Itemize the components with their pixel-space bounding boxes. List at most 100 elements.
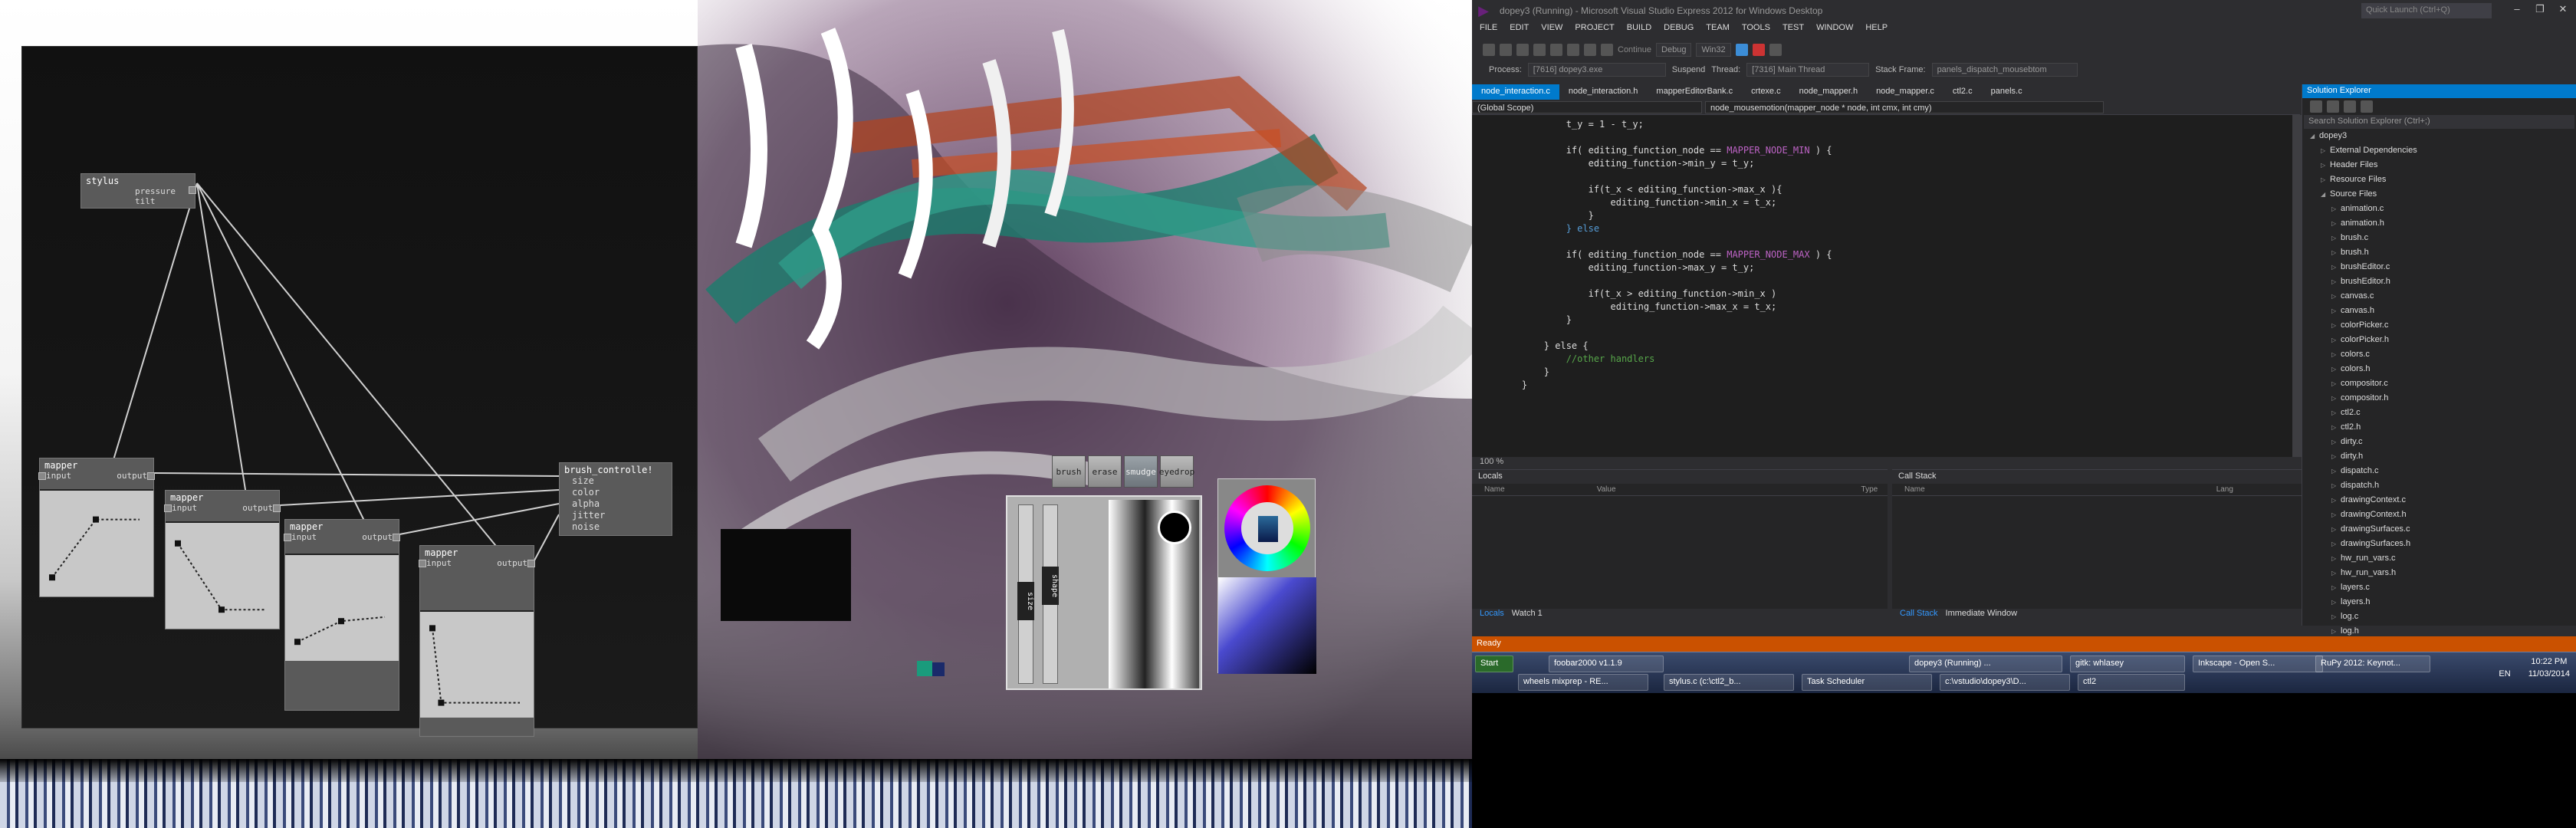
mapper-curve-graph[interactable] xyxy=(166,521,279,629)
expand-arrow-icon[interactable]: ▷ xyxy=(2331,596,2341,610)
tree-item-file[interactable]: ▷ ctl2.c xyxy=(2310,406,2576,420)
input-port[interactable] xyxy=(38,472,46,480)
restart-icon[interactable] xyxy=(1769,44,1782,56)
expand-arrow-icon[interactable]: ▷ xyxy=(2331,232,2341,245)
tree-item-file[interactable]: ▷ animation.c xyxy=(2310,202,2576,216)
tree-item-file[interactable]: ▷ colorPicker.h xyxy=(2310,333,2576,347)
tree-item-file[interactable]: ▷ brush.c xyxy=(2310,231,2576,245)
expand-arrow-icon[interactable]: ▷ xyxy=(2331,610,2341,624)
expand-arrow-icon[interactable]: ▷ xyxy=(2331,537,2341,551)
thread-dropdown[interactable]: [7316] Main Thread xyxy=(1746,63,1870,77)
configuration-dropdown[interactable]: Debug xyxy=(1656,43,1692,57)
menu-item-tools[interactable]: TOOLS xyxy=(1742,23,1770,38)
home-icon[interactable] xyxy=(2310,100,2322,113)
brush-controller-node[interactable]: brush_controlle! size color alpha jitter… xyxy=(559,462,672,536)
quick-launch-input[interactable]: Quick Launch (Ctrl+Q) xyxy=(2361,3,2492,18)
column-header[interactable]: Value xyxy=(1597,485,1616,494)
function-dropdown[interactable]: node_mousemotion(mapper_node * node, int… xyxy=(1705,101,2104,113)
input-port[interactable] xyxy=(164,504,172,512)
clock[interactable]: 10:22 PM 11/03/2014 xyxy=(2528,656,2570,680)
editor-gutter[interactable] xyxy=(1472,115,1493,457)
menu-item-help[interactable]: HELP xyxy=(1865,23,1888,38)
taskbar-item[interactable]: Task Scheduler xyxy=(1802,674,1932,691)
editor-vertical-scrollbar[interactable] xyxy=(2292,115,2302,457)
taskbar-item[interactable]: ctl2 xyxy=(2078,674,2185,691)
menu-item-test[interactable]: TEST xyxy=(1783,23,1804,38)
tree-item-file[interactable]: ▷ canvas.c xyxy=(2310,289,2576,304)
expand-arrow-icon[interactable]: ▷ xyxy=(2331,290,2341,304)
tab-document[interactable]: node_interaction.c xyxy=(1472,84,1559,100)
tree-item-file[interactable]: ▷ drawingSurfaces.h xyxy=(2310,537,2576,551)
eyedrop-tool-button[interactable]: eyedrop xyxy=(1159,455,1194,488)
new-project-icon[interactable] xyxy=(1516,44,1529,56)
output-port[interactable] xyxy=(147,472,155,480)
output-port[interactable] xyxy=(273,504,281,512)
save-icon[interactable] xyxy=(1550,44,1562,56)
expand-arrow-icon[interactable]: ▷ xyxy=(2331,202,2341,216)
tab-document[interactable]: crtexe.c xyxy=(1742,84,1790,100)
column-header[interactable]: Name xyxy=(1904,485,1925,494)
expand-arrow-icon[interactable]: ▷ xyxy=(2331,334,2341,347)
taskbar-item[interactable]: wheels mixprep - RE... xyxy=(1518,674,1648,691)
taskbar-item[interactable]: stylus.c (c:\ctl2_b... xyxy=(1664,674,1794,691)
tree-item-file[interactable]: ▷ layers.h xyxy=(2310,595,2576,610)
column-header[interactable]: Name xyxy=(1484,485,1505,494)
properties-icon[interactable] xyxy=(2361,100,2373,113)
taskbar-item[interactable]: c:\vstudio\dopey3\D... xyxy=(1940,674,2070,691)
language-indicator[interactable]: EN xyxy=(2499,669,2510,678)
collapse-all-icon[interactable] xyxy=(2344,100,2356,113)
menu-item-project[interactable]: PROJECT xyxy=(1575,23,1614,38)
tab-document[interactable]: node_interaction.h xyxy=(1559,84,1648,100)
suspend-button[interactable]: Suspend xyxy=(1672,65,1705,74)
input-port[interactable] xyxy=(284,534,291,541)
output-port[interactable] xyxy=(393,534,400,541)
tree-item-file[interactable]: ▷ brush.h xyxy=(2310,245,2576,260)
expand-arrow-icon[interactable]: ▷ xyxy=(2331,348,2341,362)
tree-item-file[interactable]: ▷ drawingSurfaces.c xyxy=(2310,522,2576,537)
zoom-level[interactable]: 100 % xyxy=(1472,457,2302,469)
expand-arrow-icon[interactable]: ▷ xyxy=(2331,450,2341,464)
expand-arrow-icon[interactable]: ▷ xyxy=(2331,508,2341,522)
expand-arrow-icon[interactable]: ▷ xyxy=(2331,275,2341,289)
expand-arrow-icon[interactable]: ▷ xyxy=(2331,217,2341,231)
menu-item-team[interactable]: TEAM xyxy=(1706,23,1730,38)
open-file-icon[interactable] xyxy=(1533,44,1546,56)
tree-item-file[interactable]: ▷ canvas.h xyxy=(2310,304,2576,318)
start-button[interactable]: Start xyxy=(1475,656,1513,672)
brush-tool-button[interactable]: brush xyxy=(1052,455,1086,488)
tree-item-folder[interactable]: ▷ Resource Files xyxy=(2310,172,2576,187)
expand-arrow-icon[interactable]: ▷ xyxy=(2331,377,2341,391)
expand-arrow-icon[interactable]: ▷ xyxy=(2321,173,2330,187)
taskbar-item[interactable]: foobar2000 v1.1.9 xyxy=(1549,656,1664,672)
expand-arrow-icon[interactable]: ▷ xyxy=(2331,494,2341,508)
input-port[interactable] xyxy=(419,560,426,567)
continue-button[interactable]: Continue xyxy=(1618,45,1651,54)
redo-icon[interactable] xyxy=(1601,44,1613,56)
tab-watch1[interactable]: Watch 1 xyxy=(1512,609,1543,623)
column-header[interactable]: Lang xyxy=(2216,485,2233,494)
tree-item-file[interactable]: ▷ dispatch.c xyxy=(2310,464,2576,478)
output-port[interactable] xyxy=(189,186,196,194)
taskbar-item[interactable]: RuPy 2012: Keynot... xyxy=(2315,656,2430,672)
expand-arrow-icon[interactable]: ◢ xyxy=(2310,130,2319,143)
stack-frame-dropdown[interactable]: panels_dispatch_mousebtom xyxy=(1931,63,2078,77)
menu-item-build[interactable]: BUILD xyxy=(1627,23,1651,38)
smudge-tool-button[interactable]: smudge xyxy=(1124,455,1158,488)
mapper-node[interactable]: mapper input output xyxy=(419,545,535,737)
refresh-icon[interactable] xyxy=(2327,100,2339,113)
tree-item-file[interactable]: ▷ colors.h xyxy=(2310,362,2576,376)
tree-item-file[interactable]: ▷ brushEditor.h xyxy=(2310,274,2576,289)
expand-arrow-icon[interactable]: ▷ xyxy=(2331,319,2341,333)
code-editor[interactable]: t_y = 1 - t_y; if( editing_function_node… xyxy=(1472,115,2292,457)
tree-item-file[interactable]: ▷ colors.c xyxy=(2310,347,2576,362)
mapper-curve-graph[interactable] xyxy=(420,610,534,718)
solution-search-input[interactable]: Search Solution Explorer (Ctrl+;) xyxy=(2304,115,2574,129)
tab-document[interactable]: node_mapper.h xyxy=(1790,84,1867,100)
tab-locals[interactable]: Locals xyxy=(1480,609,1504,623)
save-all-icon[interactable] xyxy=(1567,44,1579,56)
tree-item-file[interactable]: ▷ log.c xyxy=(2310,610,2576,624)
expand-arrow-icon[interactable]: ▷ xyxy=(2331,406,2341,420)
tree-item-project[interactable]: ◢ dopey3 xyxy=(2310,129,2576,143)
tab-immediate-window[interactable]: Immediate Window xyxy=(1946,609,2018,623)
saturation-value-square[interactable] xyxy=(1218,577,1316,674)
